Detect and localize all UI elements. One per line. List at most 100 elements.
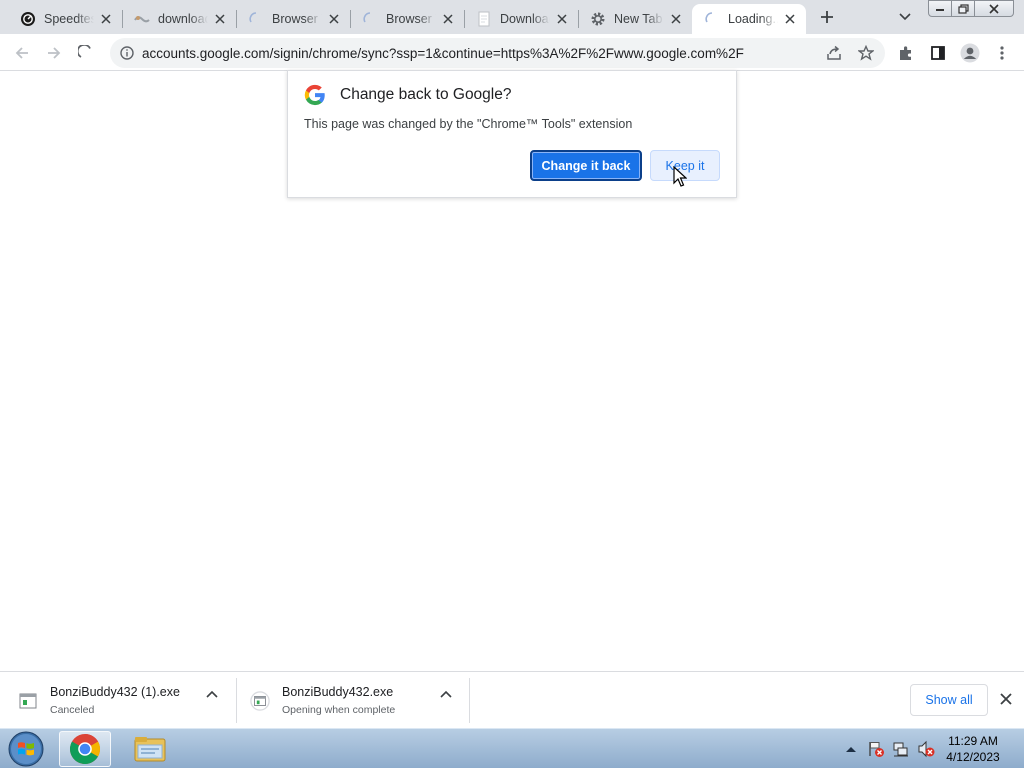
close-tab-icon[interactable] (782, 11, 798, 27)
taskbar-chrome[interactable] (59, 731, 111, 767)
tab-search-button[interactable] (894, 6, 916, 28)
tab-title: Loading... (728, 12, 778, 26)
url-text: accounts.google.com/signin/chrome/sync?s… (142, 45, 744, 61)
download-site-icon (134, 11, 150, 27)
action-center-flag-icon[interactable] (867, 740, 885, 758)
kebab-menu-icon (1000, 46, 1004, 60)
restore-icon (957, 3, 969, 14)
close-icon (1000, 693, 1012, 705)
back-button[interactable] (8, 39, 36, 67)
chevron-up-icon (206, 690, 218, 698)
close-icon (989, 3, 999, 14)
close-tab-icon[interactable] (668, 11, 684, 27)
chevron-up-icon (440, 690, 452, 698)
download-filename: BonziBuddy432.exe (282, 685, 394, 699)
loading-spinner-icon (704, 11, 720, 27)
tab-speedtest[interactable]: Speedtest (8, 4, 122, 34)
folder-icon (134, 737, 166, 762)
info-icon[interactable] (118, 44, 136, 62)
dialog-title: Change back to Google? (340, 86, 512, 103)
exe-file-in-progress-icon (250, 690, 270, 711)
download-item[interactable]: BonziBuddy432 (1).exe Canceled (18, 678, 180, 723)
show-all-button[interactable]: Show all (910, 684, 988, 716)
omnibox[interactable]: accounts.google.com/signin/chrome/sync?s… (110, 38, 885, 68)
star-icon (858, 45, 874, 61)
stop-loading-button[interactable] (72, 39, 100, 67)
loading-spinner-icon (248, 11, 264, 27)
profile-button[interactable] (956, 39, 984, 67)
show-hidden-icons-button[interactable] (842, 740, 860, 758)
system-tray (842, 735, 942, 763)
tab-loading-active[interactable]: Loading... (692, 4, 806, 34)
chevron-down-icon (899, 13, 911, 21)
share-button[interactable] (820, 39, 848, 67)
clock-time: 11:29 AM (948, 734, 998, 748)
change-back-dialog: Change back to Google? This page was cha… (287, 70, 737, 198)
download-separator (469, 678, 470, 723)
tab-title: New Tab (614, 12, 664, 26)
google-logo-icon (304, 84, 325, 106)
download-status: Canceled (50, 704, 95, 716)
download-text: BonziBuddy432 (1).exe Canceled (50, 685, 180, 716)
taskbar: 11:29 AM 4/12/2023 (0, 728, 1024, 768)
close-tab-icon[interactable] (326, 11, 342, 27)
loading-spinner-icon (78, 45, 91, 58)
mouse-cursor-icon (673, 166, 687, 187)
close-tab-icon[interactable] (554, 11, 570, 27)
start-button[interactable] (6, 730, 46, 768)
puzzle-piece-icon (900, 46, 911, 60)
window-close-button[interactable] (974, 0, 1014, 17)
gear-icon (590, 11, 606, 27)
taskbar-explorer[interactable] (124, 731, 176, 767)
download-separator (236, 678, 237, 723)
close-tab-icon[interactable] (98, 11, 114, 27)
tab-title: Download (500, 12, 550, 26)
toolbar: accounts.google.com/signin/chrome/sync?s… (0, 34, 1024, 71)
tab-strip: Speedtest download Browser T Browser T (0, 0, 1024, 34)
windows-logo-icon (8, 731, 44, 767)
menu-button[interactable] (988, 39, 1016, 67)
page-icon (476, 11, 492, 27)
tab-browser-1[interactable]: Browser T (236, 4, 350, 34)
dialog-message: This page was changed by the "Chrome™ To… (304, 117, 633, 131)
tab-download-page[interactable]: Download (464, 4, 578, 34)
avatar-icon (960, 43, 980, 63)
arrow-right-icon (48, 47, 61, 59)
minimize-icon (936, 8, 944, 11)
close-tab-icon[interactable] (212, 11, 228, 27)
side-panel-button[interactable] (924, 39, 952, 67)
chrome-icon (69, 734, 101, 765)
loading-spinner-icon (362, 11, 378, 27)
close-tab-icon[interactable] (440, 11, 456, 27)
tab-title: Browser T (386, 12, 436, 26)
download-options-button[interactable] (202, 684, 222, 704)
minimize-button[interactable] (928, 0, 952, 17)
change-it-back-button[interactable]: Change it back (530, 150, 642, 181)
plus-icon (821, 11, 833, 23)
window-controls (928, 0, 1014, 17)
tab-browser-2[interactable]: Browser T (350, 4, 464, 34)
taskbar-clock[interactable]: 11:29 AM 4/12/2023 (940, 733, 1006, 765)
volume-muted-icon[interactable] (917, 740, 935, 758)
download-filename: BonziBuddy432 (1).exe (50, 685, 180, 699)
network-icon[interactable] (892, 740, 910, 758)
download-item[interactable]: BonziBuddy432.exe Opening when complete (250, 678, 395, 723)
exe-file-icon (18, 691, 38, 711)
bookmark-button[interactable] (852, 39, 880, 67)
tab-new-tab[interactable]: New Tab (578, 4, 692, 34)
side-panel-icon (931, 46, 945, 60)
download-text: BonziBuddy432.exe Opening when complete (282, 685, 395, 716)
arrow-left-icon (15, 47, 28, 59)
extensions-button[interactable] (892, 39, 920, 67)
forward-button[interactable] (40, 39, 68, 67)
speedtest-icon (20, 11, 36, 27)
restore-button[interactable] (951, 0, 975, 17)
new-tab-button[interactable] (814, 6, 840, 28)
tab-download[interactable]: download (122, 4, 236, 34)
download-status: Opening when complete (282, 704, 396, 716)
clock-date: 4/12/2023 (946, 750, 1000, 764)
tab-title: Browser T (272, 12, 322, 26)
close-shelf-button[interactable] (996, 689, 1016, 709)
downloads-shelf: BonziBuddy432 (1).exe Canceled BonziBudd… (0, 671, 1024, 728)
download-options-button[interactable] (436, 684, 456, 704)
